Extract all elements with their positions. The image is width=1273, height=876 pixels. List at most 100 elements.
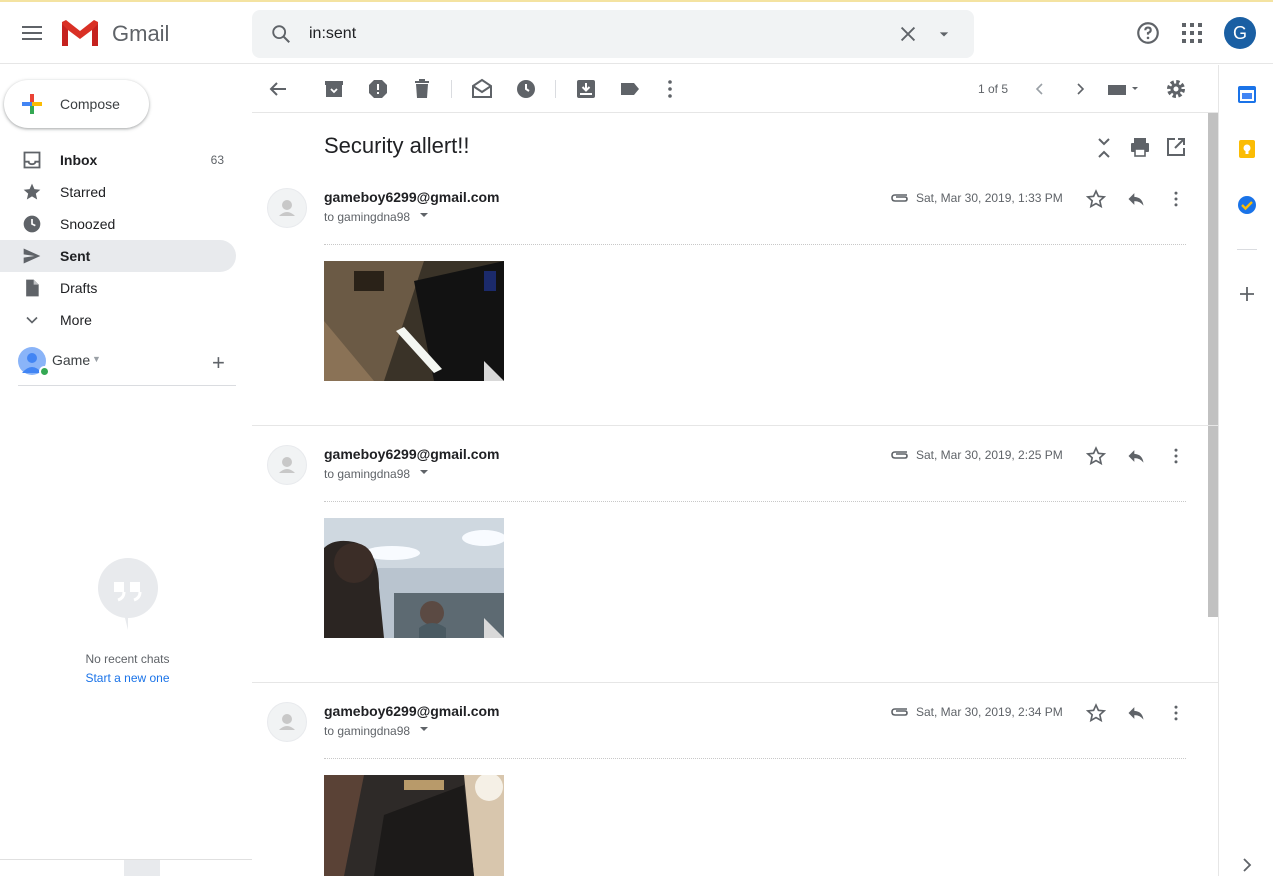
search-icon[interactable]	[270, 23, 292, 50]
side-panel	[1218, 65, 1273, 876]
sidebar-nav: Inbox 63 Starred Snoozed Sent Drafts Mor…	[0, 144, 236, 336]
move-to-icon[interactable]	[574, 77, 598, 101]
unread-count: 63	[210, 153, 224, 167]
app-name: Gmail	[112, 21, 170, 46]
hangouts-user: Game ▼ +	[18, 344, 236, 386]
reply-icon[interactable]	[1126, 703, 1146, 728]
message-view: 1 of 5 Security allert!! gameboy6299@gma…	[252, 65, 1218, 876]
search-input[interactable]: in:sent	[309, 25, 356, 43]
search-bar[interactable]: in:sent	[252, 10, 974, 58]
add-chat-icon[interactable]: +	[212, 350, 225, 376]
keyboard-icon[interactable]	[1106, 77, 1146, 101]
message-more-icon[interactable]	[1166, 446, 1186, 471]
clock-icon	[22, 214, 42, 234]
main-menu-button[interactable]	[16, 17, 48, 49]
email-subject: Security allert!!	[324, 133, 470, 158]
archive-icon[interactable]	[322, 77, 346, 101]
toolbar-separator	[451, 80, 452, 98]
sender-email[interactable]: gameboy6299@gmail.com	[324, 703, 500, 719]
online-status-icon	[39, 366, 50, 377]
star-outline-icon[interactable]	[1085, 189, 1107, 214]
recipient-details-icon[interactable]	[418, 722, 430, 740]
report-spam-icon[interactable]	[366, 77, 390, 101]
attachment-thumbnail[interactable]	[324, 775, 504, 876]
recipient-text[interactable]: to gamingdna98	[324, 467, 410, 481]
app-header: Gmail in:sent G	[0, 2, 1273, 64]
star-outline-icon[interactable]	[1085, 703, 1107, 728]
previous-icon[interactable]	[1028, 77, 1052, 101]
sidebar-item-snoozed[interactable]: Snoozed	[0, 208, 236, 240]
add-addon-icon[interactable]	[1237, 284, 1257, 304]
thumbnail-fold-corner	[484, 618, 504, 638]
back-arrow-icon[interactable]	[266, 77, 290, 101]
hangouts-quote-icon	[98, 558, 158, 637]
attachment-icon	[890, 447, 910, 468]
start-new-chat-link[interactable]: Start a new one	[0, 671, 255, 685]
help-icon[interactable]	[1135, 20, 1161, 51]
message-divider	[324, 501, 1186, 502]
star-icon	[22, 182, 42, 202]
open-new-window-icon[interactable]	[1164, 135, 1188, 159]
delete-icon[interactable]	[410, 77, 434, 101]
keep-icon[interactable]	[1237, 139, 1257, 159]
gmail-logo-icon[interactable]	[60, 18, 100, 48]
hangouts-name[interactable]: Game	[52, 352, 90, 368]
message-more-icon[interactable]	[1166, 189, 1186, 214]
mark-unread-icon[interactable]	[470, 77, 494, 101]
clear-search-icon[interactable]	[897, 23, 919, 50]
next-icon[interactable]	[1068, 77, 1092, 101]
sidebar-item-starred[interactable]: Starred	[0, 176, 236, 208]
email-date: Sat, Mar 30, 2019, 2:25 PM	[916, 448, 1063, 462]
scrollbar[interactable]	[1208, 113, 1218, 617]
hangouts-caret-icon[interactable]: ▼	[92, 354, 101, 364]
inbox-icon	[22, 150, 42, 170]
recipient-text[interactable]: to gamingdna98	[324, 724, 410, 738]
sender-avatar	[267, 702, 307, 742]
attachment-thumbnail[interactable]	[324, 518, 504, 638]
attachment-icon	[890, 190, 910, 211]
compose-plus-icon	[20, 92, 44, 116]
calendar-icon[interactable]	[1237, 84, 1257, 104]
recipient-details-icon[interactable]	[418, 465, 430, 483]
sender-email[interactable]: gameboy6299@gmail.com	[324, 189, 500, 205]
email-date: Sat, Mar 30, 2019, 1:33 PM	[916, 191, 1063, 205]
thumbnail-fold-corner	[484, 361, 504, 381]
sidebar-item-inbox[interactable]: Inbox 63	[0, 144, 236, 176]
toolbar-separator	[555, 80, 556, 98]
reply-icon[interactable]	[1126, 446, 1146, 471]
hangouts-tab[interactable]	[124, 860, 160, 876]
sender-avatar	[267, 445, 307, 485]
more-options-icon[interactable]	[658, 77, 682, 101]
sidebar-item-label: Sent	[60, 248, 91, 264]
star-outline-icon[interactable]	[1085, 446, 1107, 471]
draft-icon	[22, 278, 42, 298]
sidebar-item-more[interactable]: More	[0, 304, 236, 336]
sender-email[interactable]: gameboy6299@gmail.com	[324, 446, 500, 462]
side-panel-divider	[1237, 249, 1257, 250]
reply-icon[interactable]	[1126, 189, 1146, 214]
sidebar-item-sent[interactable]: Sent	[0, 240, 236, 272]
print-icon[interactable]	[1128, 135, 1152, 159]
recipient-details-icon[interactable]	[418, 208, 430, 226]
message-divider	[324, 758, 1186, 759]
attachment-icon	[890, 704, 910, 725]
account-avatar[interactable]: G	[1224, 17, 1256, 49]
tasks-icon[interactable]	[1237, 195, 1257, 215]
settings-gear-icon[interactable]	[1164, 77, 1188, 101]
compose-button[interactable]: Compose	[4, 80, 149, 128]
message-more-icon[interactable]	[1166, 703, 1186, 728]
attachment-thumbnail[interactable]	[324, 261, 504, 381]
expand-panel-icon[interactable]	[1237, 855, 1257, 875]
chevron-down-icon	[22, 310, 42, 330]
recipient-text[interactable]: to gamingdna98	[324, 210, 410, 224]
snooze-icon[interactable]	[514, 77, 538, 101]
send-icon	[22, 246, 42, 266]
message-toolbar: 1 of 5	[252, 65, 1218, 113]
search-options-icon[interactable]	[934, 24, 954, 49]
sidebar-item-label: Drafts	[60, 280, 98, 296]
apps-grid-icon[interactable]	[1180, 21, 1204, 45]
email-date: Sat, Mar 30, 2019, 2:34 PM	[916, 705, 1063, 719]
collapse-all-icon[interactable]	[1092, 136, 1116, 160]
label-icon[interactable]	[618, 77, 642, 101]
sidebar-item-drafts[interactable]: Drafts	[0, 272, 236, 304]
